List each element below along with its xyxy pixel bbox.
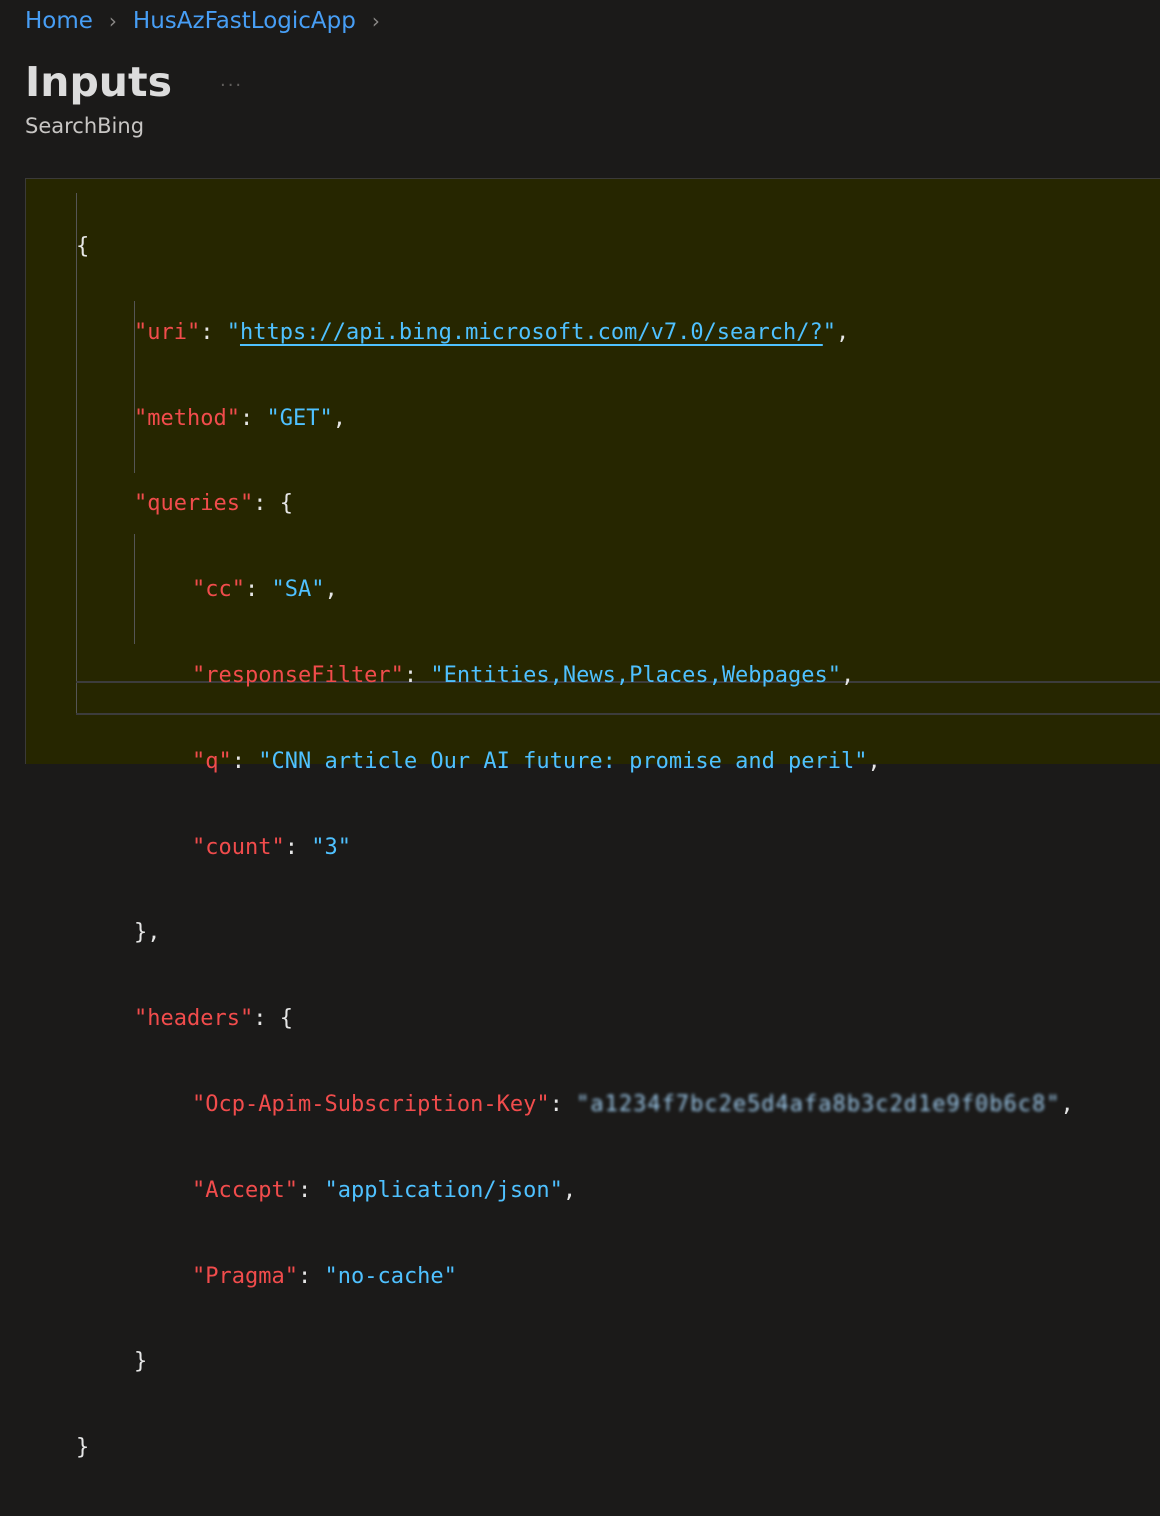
code-line: "uri": "https://api.bing.microsoft.com/v… xyxy=(134,319,850,345)
redacted-subscription-value: "a1234f7bc2e5d4afa8b3c2d1e9f0b6c8" xyxy=(576,1091,1061,1117)
json-key: "Accept" xyxy=(192,1177,298,1203)
json-key: "Ocp-Apim-Subscription-Key" xyxy=(192,1091,550,1117)
breadcrumb: Home › HusAzFastLogicApp › xyxy=(25,6,396,36)
close-brace: } xyxy=(76,1435,90,1461)
json-key: "queries" xyxy=(134,491,254,517)
page-subtitle: SearchBing xyxy=(25,114,145,138)
json-value: "no-cache" xyxy=(324,1263,457,1289)
json-key: "count" xyxy=(192,834,285,860)
code-line: "count": "3" xyxy=(192,834,351,860)
code-line: "headers": { xyxy=(134,1006,293,1032)
code-line: "q": "CNN article Our AI future: promise… xyxy=(192,748,881,774)
chevron-right-icon: › xyxy=(371,9,380,33)
uri-link[interactable]: https://api.bing.microsoft.com/v7.0/sear… xyxy=(240,320,823,345)
code-line: "queries": { xyxy=(134,491,293,517)
code-line: }, xyxy=(134,920,161,946)
json-value: "Entities,News,Places,Webpages" xyxy=(430,662,842,688)
code-line: { xyxy=(76,229,1074,265)
json-key: "method" xyxy=(134,405,240,431)
code-line: } xyxy=(134,1349,148,1375)
code-line: "responseFilter": "Entities,News,Places,… xyxy=(192,662,855,688)
json-code: { "uri": "https://api.bing.microsoft.com… xyxy=(76,179,1074,1516)
code-line: } xyxy=(76,1430,1074,1466)
json-key: "headers" xyxy=(134,1006,254,1032)
breadcrumb-logic-app-link[interactable]: HusAzFastLogicApp xyxy=(133,8,356,34)
json-key: "Pragma" xyxy=(192,1263,298,1289)
code-line: "method": "GET", xyxy=(134,405,346,431)
open-brace: { xyxy=(76,234,90,259)
json-value: "application/json" xyxy=(324,1177,563,1203)
json-key: "uri" xyxy=(134,319,201,345)
title-row: Inputs ... xyxy=(25,58,243,106)
code-line: "Ocp-Apim-Subscription-Key": "a1234f7bc2… xyxy=(192,1091,1074,1117)
json-value: "3" xyxy=(311,834,351,860)
code-line: "cc": "SA", xyxy=(192,577,338,603)
json-key: "q" xyxy=(192,748,232,774)
chevron-right-icon: › xyxy=(108,9,117,33)
breadcrumb-home-link[interactable]: Home xyxy=(25,8,93,34)
json-key: "responseFilter" xyxy=(192,662,404,688)
json-value: "CNN article Our AI future: promise and … xyxy=(258,748,868,774)
more-options-button[interactable]: ... xyxy=(220,70,243,91)
code-line: "Pragma": "no-cache" xyxy=(192,1263,457,1289)
json-value: "GET" xyxy=(266,405,333,431)
json-code-panel[interactable]: { "uri": "https://api.bing.microsoft.com… xyxy=(25,178,1160,1460)
json-value: "SA" xyxy=(271,577,325,603)
page-title: Inputs xyxy=(25,58,172,106)
json-key: "cc" xyxy=(192,577,245,603)
code-line: "Accept": "application/json", xyxy=(192,1177,577,1203)
